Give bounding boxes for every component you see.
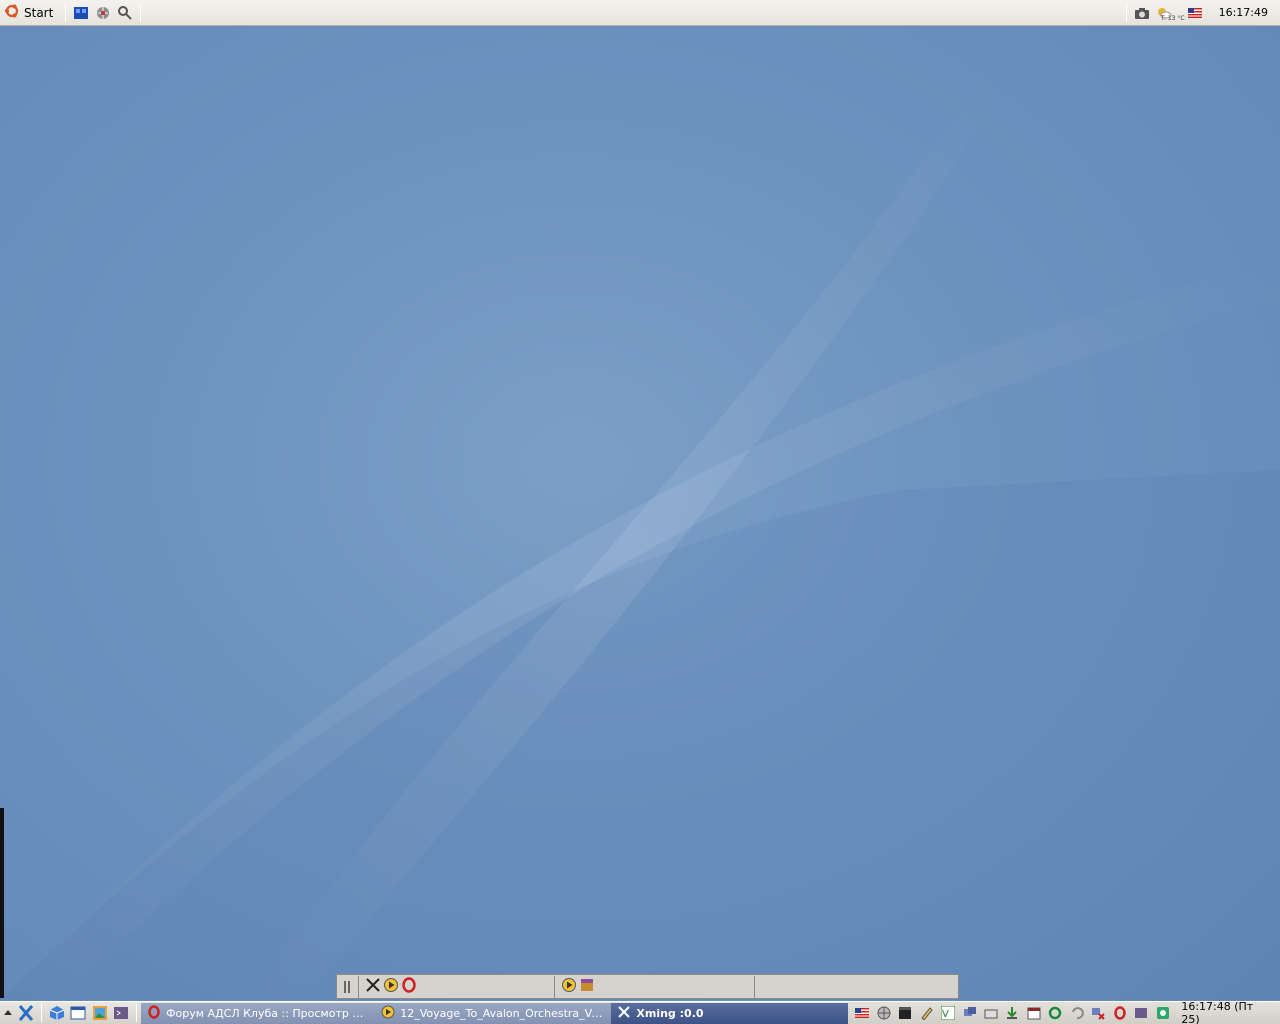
top-tray: T: 13 °C 16:17:49 (1122, 0, 1280, 26)
us-flag-icon[interactable] (1187, 3, 1202, 23)
xming-icon[interactable] (365, 977, 381, 996)
archive-icon[interactable] (579, 977, 595, 996)
separator (41, 1004, 43, 1022)
task-label: Форум АДСЛ Клуба :: Просмотр темы - В... (166, 1006, 369, 1020)
opera-icon (147, 1004, 161, 1022)
separator (140, 3, 142, 22)
refresh-icon[interactable] (1047, 1004, 1064, 1022)
search-icon[interactable] (115, 3, 135, 23)
svg-text:V: V (942, 1009, 949, 1020)
task-button-forum[interactable]: Форум АДСЛ Клуба :: Просмотр темы - В... (141, 1002, 376, 1024)
top-panel: Start T: 13 °C 16:17:49 (0, 0, 1280, 26)
image-viewer-icon[interactable] (90, 1003, 109, 1023)
task-label: 12_Voyage_To_Avalon_Orchestra_Version... (400, 1006, 605, 1020)
start-label: Start (24, 5, 54, 20)
separator (136, 1004, 138, 1022)
top-clock[interactable]: 16:17:49 (1205, 6, 1280, 19)
terminal-icon[interactable] (1132, 1004, 1149, 1022)
task-button-xming[interactable]: Xming :0.0 (611, 1002, 848, 1024)
media-player-icon[interactable] (383, 977, 399, 996)
window-icon[interactable] (69, 1003, 88, 1023)
undo-icon[interactable] (1068, 1004, 1085, 1022)
cube-icon[interactable] (47, 1003, 66, 1023)
separator (65, 3, 67, 22)
media-player-icon[interactable] (561, 977, 577, 996)
task-label: Xming :0.0 (636, 1006, 704, 1020)
panel-handle[interactable] (337, 975, 359, 998)
network-globe-icon[interactable] (875, 1004, 892, 1022)
terminal-icon[interactable] (112, 1003, 131, 1023)
left-edge-panel (0, 808, 4, 998)
phone-icon[interactable] (1154, 1004, 1171, 1022)
task-button-voyage[interactable]: 12_Voyage_To_Avalon_Orchestra_Version... (375, 1002, 612, 1024)
temperature-label: T: 13 °C (1160, 15, 1185, 22)
mini-panel-group-1 (359, 975, 555, 998)
us-flag-icon[interactable] (854, 1004, 871, 1022)
pencil-icon[interactable] (918, 1004, 935, 1022)
start-button[interactable]: Start (0, 2, 61, 24)
vc-icon[interactable]: V (939, 1004, 956, 1022)
download-icon[interactable] (1004, 1004, 1021, 1022)
camera-icon[interactable] (1134, 3, 1150, 23)
mini-panel-group-3 (755, 976, 958, 998)
desktop-wallpaper (0, 0, 1280, 1024)
blue-windows-icon[interactable] (71, 3, 91, 23)
arrow-up-icon[interactable] (1, 1003, 15, 1023)
xming-icon (617, 1005, 631, 1022)
media-player-icon (381, 1005, 395, 1022)
computers-icon[interactable] (961, 1004, 978, 1022)
globe-icon[interactable] (93, 3, 113, 23)
mini-panel (336, 974, 959, 999)
taskbar: Форум АДСЛ Клуба :: Просмотр темы - В...… (0, 1000, 1280, 1024)
mini-panel-group-2 (555, 975, 755, 998)
calendar-icon[interactable] (1025, 1004, 1042, 1022)
opera-icon[interactable] (1111, 1004, 1128, 1022)
ubuntu-logo-icon (4, 3, 20, 22)
kde-menu-icon[interactable] (17, 1003, 36, 1023)
network-disconnected-icon[interactable] (1090, 1004, 1107, 1022)
opera-icon[interactable] (401, 977, 417, 996)
keyboard-icon[interactable] (982, 1004, 999, 1022)
taskbar-clock[interactable]: 16:17:48 (Пт 25) (1173, 1000, 1280, 1024)
separator (1125, 3, 1127, 22)
system-tray: V 16:17:48 (Пт 25) (847, 1000, 1280, 1024)
clapperboard-icon[interactable] (896, 1004, 913, 1022)
